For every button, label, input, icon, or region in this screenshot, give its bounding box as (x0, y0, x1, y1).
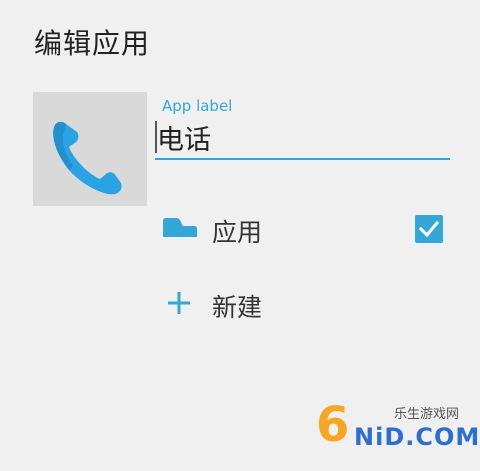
category-label: 应用 (212, 218, 263, 247)
watermark-logo-text: NiD.COM (354, 423, 480, 451)
watermark-digit: 6 (316, 397, 350, 453)
category-checkbox[interactable] (415, 215, 443, 243)
new-category-row[interactable]: 新建 (155, 280, 455, 328)
site-watermark: 6 乐生游戏网 NiD.COM (314, 397, 479, 461)
category-row-apps[interactable]: 应用 (155, 205, 455, 253)
phone-icon (53, 121, 122, 195)
app-icon-button[interactable] (33, 92, 147, 206)
app-label-caption: App label (162, 97, 233, 115)
plus-icon (168, 292, 190, 314)
checkmark-icon (418, 220, 440, 238)
new-label: 新建 (212, 293, 263, 322)
shelf-icon (163, 218, 197, 237)
dialog-title: 编辑应用 (34, 27, 151, 60)
watermark-site-name: 乐生游戏网 (394, 407, 460, 422)
app-label-input[interactable] (155, 116, 450, 160)
text-cursor (155, 121, 157, 153)
